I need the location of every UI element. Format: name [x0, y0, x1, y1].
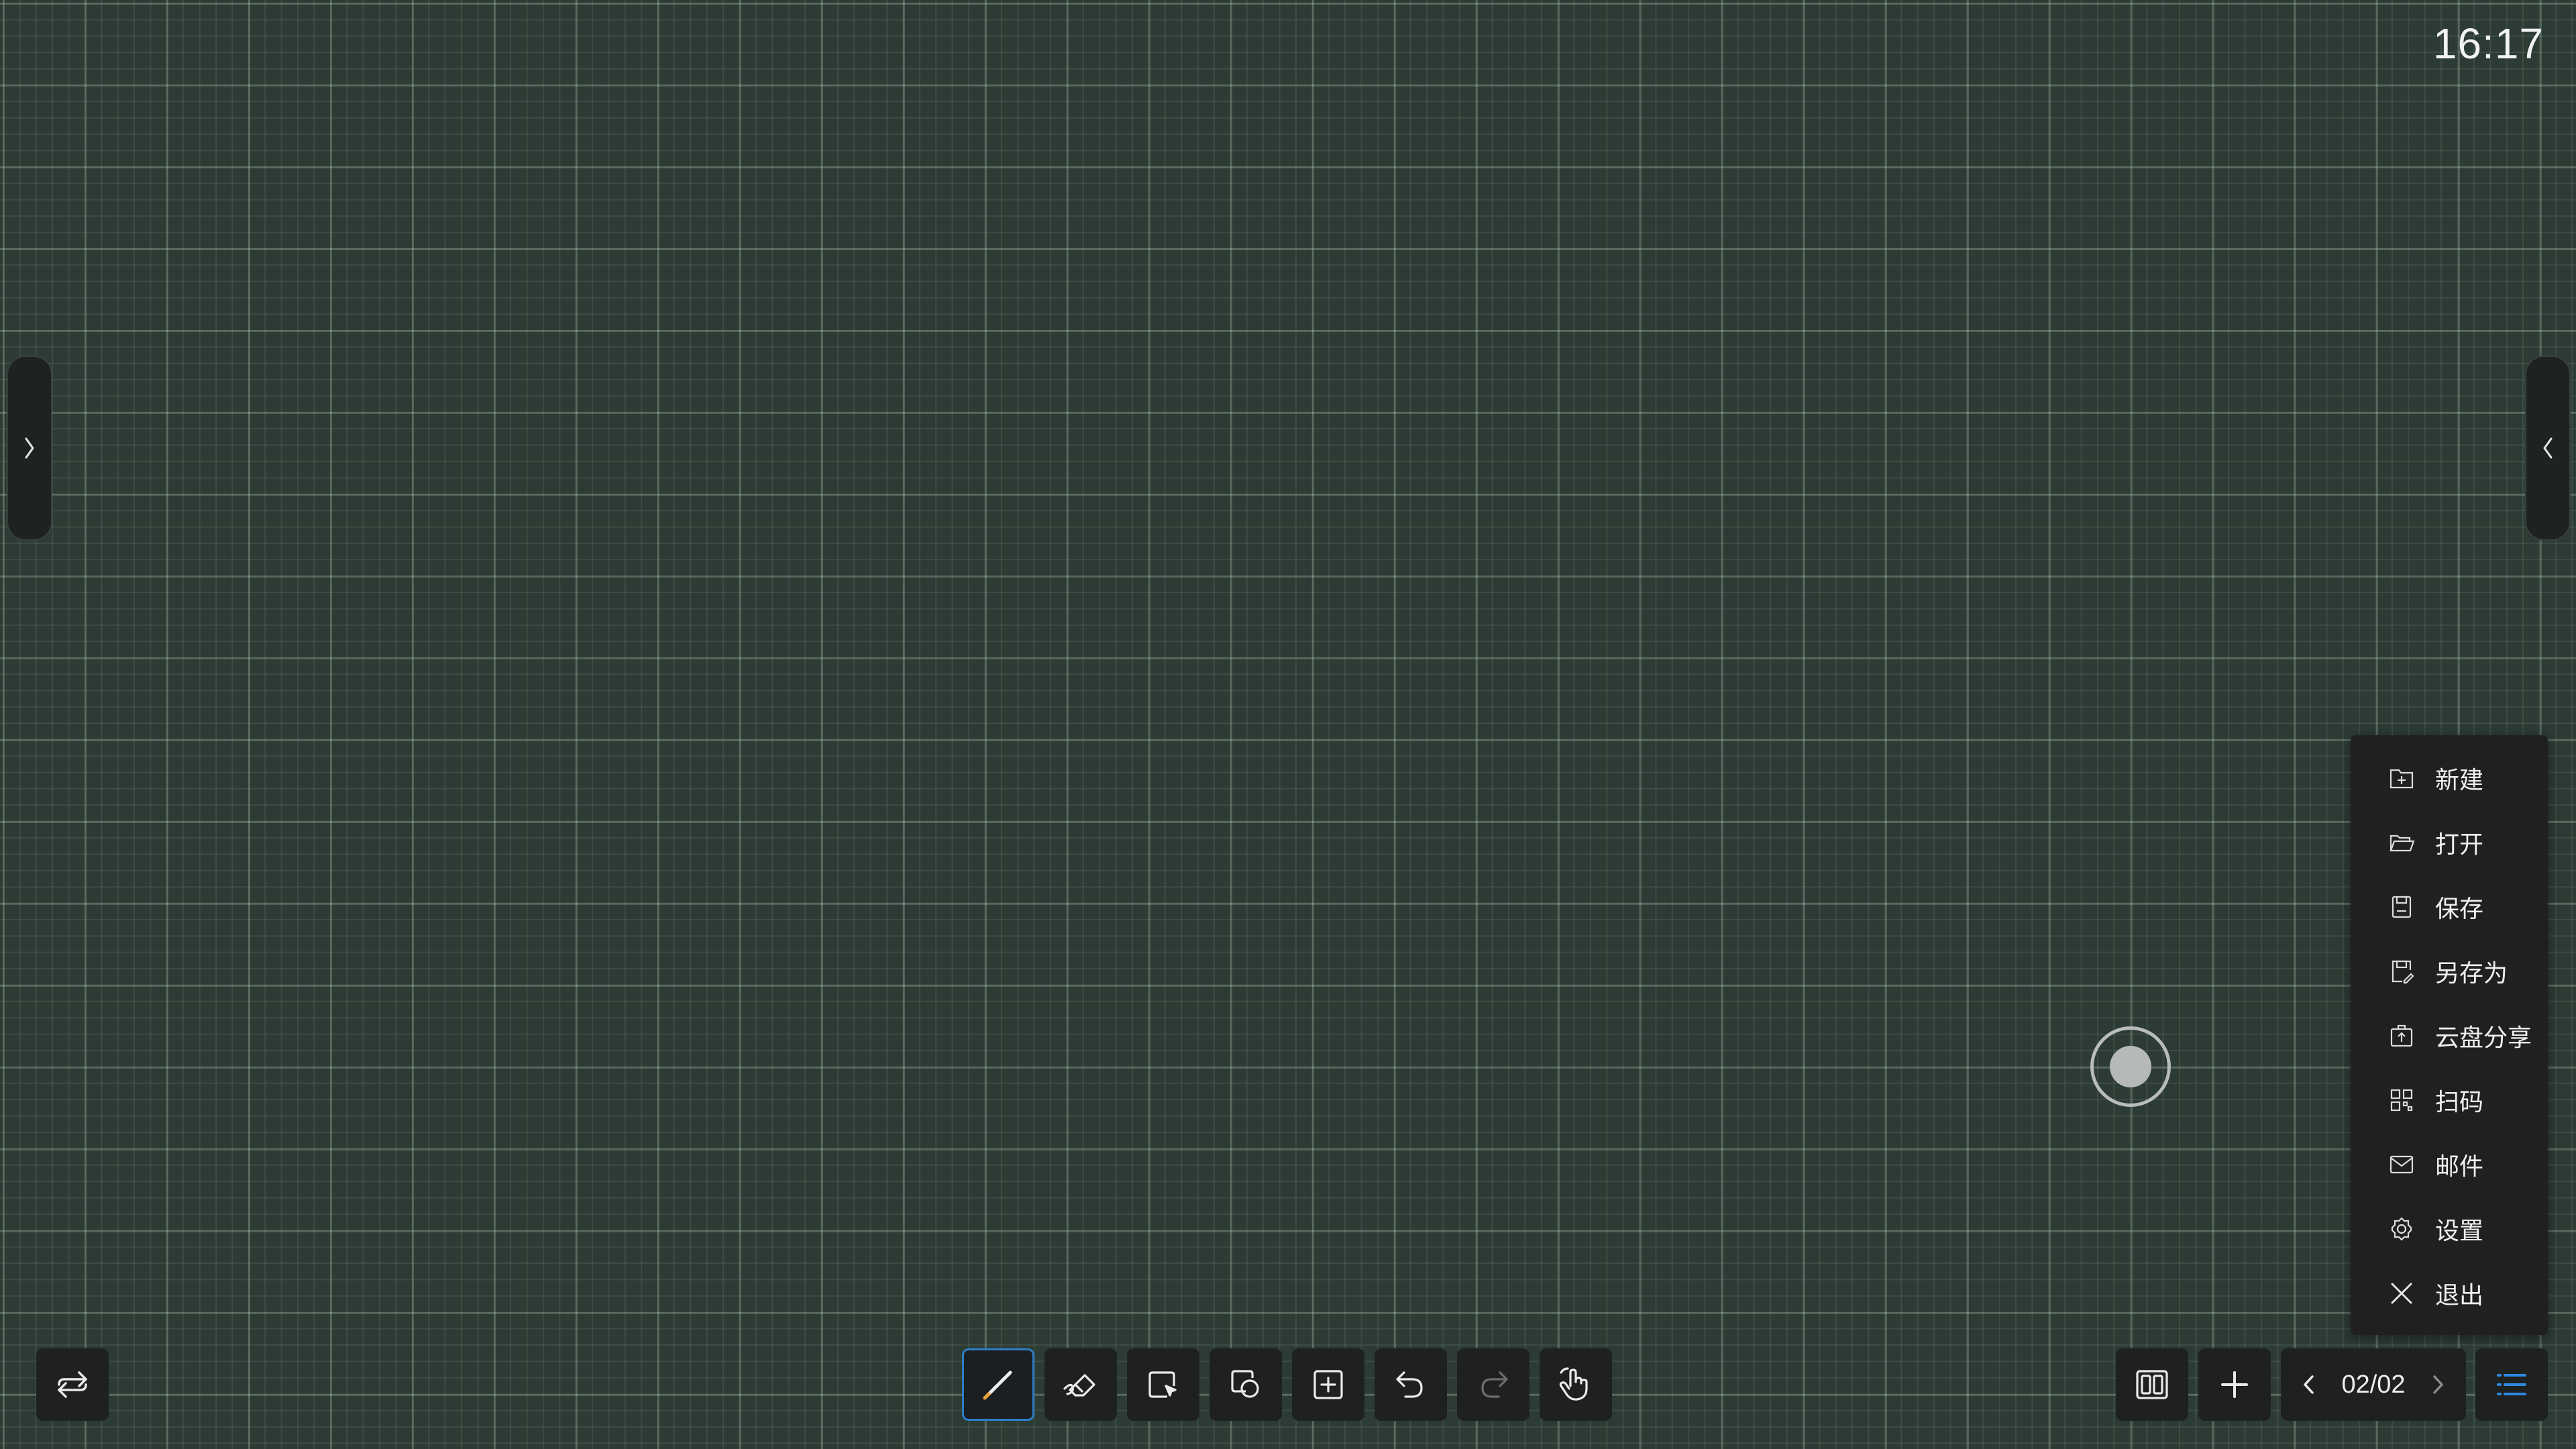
redo-button[interactable]	[1457, 1348, 1529, 1421]
eraser-icon	[1063, 1374, 1095, 1397]
select-icon	[1148, 1371, 1177, 1398]
switch-mode-button[interactable]	[36, 1348, 109, 1421]
menu-item-new[interactable]: 新建	[2351, 746, 2548, 810]
qr-code-icon	[2390, 1089, 2413, 1112]
tool-shapes[interactable]	[1210, 1348, 1282, 1421]
tool-select[interactable]	[1127, 1348, 1199, 1421]
switch-arrows-icon	[58, 1371, 87, 1398]
menu-item-label: 打开	[2435, 831, 2484, 859]
chevron-right-icon	[2433, 1375, 2443, 1394]
file-menu: 新建 打开 保存 另存为 云盘分享 扫码 邮件 设置 退出	[2351, 735, 2548, 1335]
menu-item-exit[interactable]: 退出	[2351, 1261, 2548, 1326]
menu-item-save[interactable]: 保存	[2351, 875, 2548, 939]
pen-icon	[983, 1371, 1012, 1400]
menu-item-label: 保存	[2435, 896, 2484, 923]
clock: 16:17	[2432, 19, 2544, 68]
right-drawer-handle[interactable]	[2525, 356, 2571, 541]
settings-icon	[2391, 1217, 2412, 1241]
left-drawer-handle[interactable]	[7, 356, 52, 541]
menu-toggle-button[interactable]	[2475, 1348, 2548, 1421]
menu-item-label: 退出	[2435, 1282, 2484, 1309]
open-folder-icon	[2390, 835, 2415, 852]
next-page-button[interactable]	[2420, 1367, 2455, 1402]
tool-pan[interactable]	[1540, 1348, 1612, 1421]
floating-assist-button[interactable]	[2090, 1026, 2171, 1107]
save-as-icon	[2392, 960, 2414, 984]
redo-icon	[1481, 1371, 1508, 1398]
hand-icon	[1559, 1367, 1588, 1401]
split-view-icon	[2136, 1370, 2168, 1399]
shapes-icon	[1231, 1370, 1259, 1398]
chevron-left-icon	[2543, 437, 2553, 459]
plus-icon	[2221, 1371, 2248, 1398]
menu-item-label: 云盘分享	[2435, 1024, 2532, 1052]
close-icon	[2391, 1283, 2412, 1304]
menu-item-scan[interactable]: 扫码	[2351, 1068, 2548, 1132]
insert-icon	[1313, 1370, 1343, 1399]
menu-item-label: 邮件	[2435, 1153, 2484, 1181]
previous-page-button[interactable]	[2292, 1367, 2326, 1402]
undo-icon	[1396, 1371, 1423, 1398]
menu-item-open[interactable]: 打开	[2351, 810, 2548, 875]
menu-item-mail[interactable]: 邮件	[2351, 1132, 2548, 1197]
menu-item-label: 另存为	[2435, 960, 2508, 987]
page-indicator: 02/02	[2341, 1370, 2406, 1399]
floating-assist-dot	[2110, 1046, 2151, 1087]
list-menu-icon	[2497, 1374, 2526, 1395]
chevron-right-icon	[25, 437, 34, 459]
new-file-icon	[2390, 769, 2414, 789]
tool-eraser[interactable]	[1044, 1348, 1117, 1421]
menu-item-settings[interactable]: 设置	[2351, 1197, 2548, 1261]
chevron-left-icon	[2304, 1375, 2314, 1394]
menu-item-label: 新建	[2435, 767, 2484, 794]
cloud-share-icon	[2390, 1024, 2413, 1047]
dual-screen-button[interactable]	[2116, 1348, 2188, 1421]
tool-pen[interactable]	[962, 1348, 1034, 1421]
menu-item-label: 设置	[2435, 1218, 2484, 1245]
tool-insert[interactable]	[1292, 1348, 1364, 1421]
menu-item-save-as[interactable]: 另存为	[2351, 939, 2548, 1004]
undo-button[interactable]	[1375, 1348, 1447, 1421]
page-navigator: 02/02	[2281, 1348, 2466, 1421]
save-icon	[2392, 896, 2412, 918]
mail-icon	[2390, 1155, 2414, 1174]
add-page-button[interactable]	[2198, 1348, 2271, 1421]
menu-item-label: 扫码	[2435, 1089, 2484, 1116]
menu-item-cloud-share[interactable]: 云盘分享	[2351, 1004, 2548, 1068]
